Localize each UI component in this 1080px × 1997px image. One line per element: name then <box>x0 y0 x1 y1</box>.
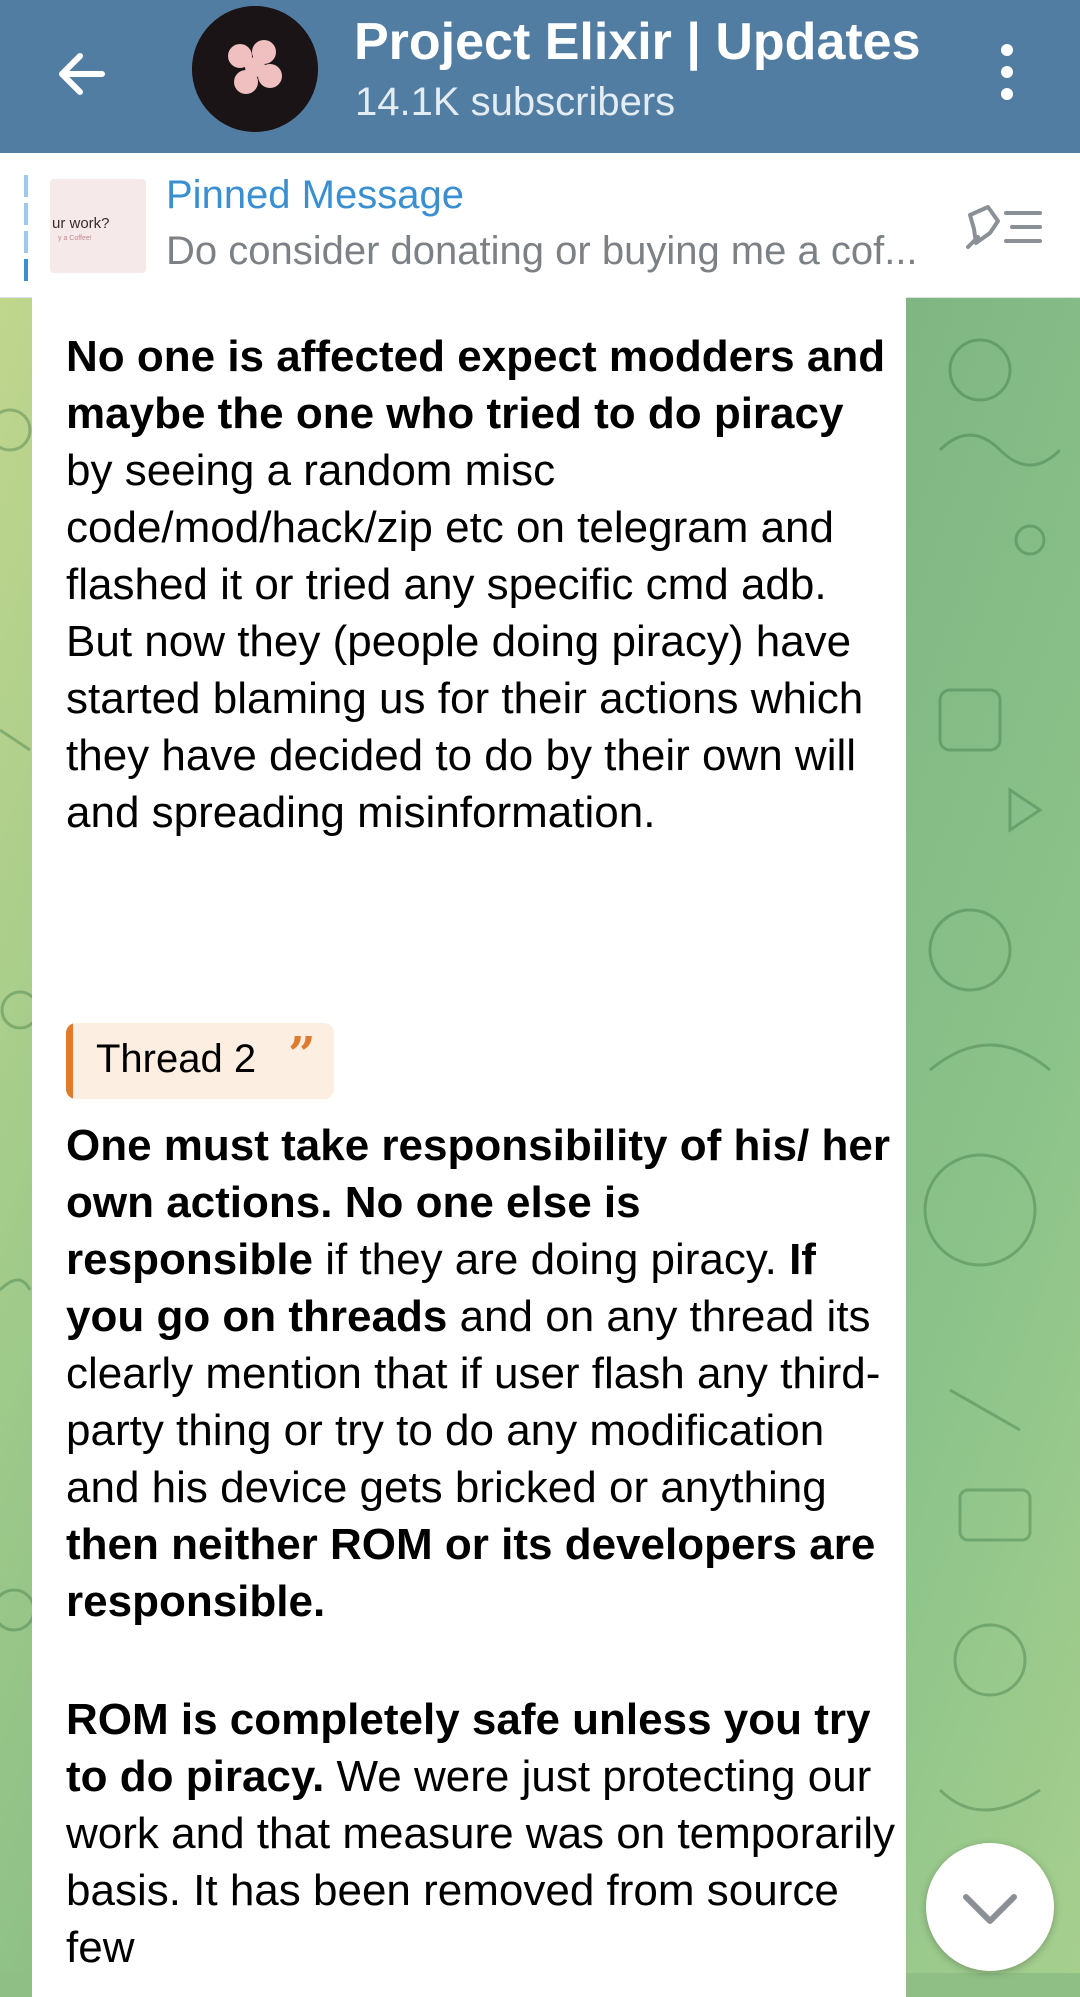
doodle-pattern-right <box>923 338 1060 1812</box>
regular-text: by seeing a random misc code/mod/hack/zi… <box>66 446 864 837</box>
pinned-title: Pinned Message <box>166 173 464 217</box>
pinned-indicator <box>24 175 28 281</box>
more-vertical-icon[interactable] <box>990 42 1024 102</box>
scroll-down-button[interactable] <box>926 1843 1054 1971</box>
message-paragraph-1: No one is affected expect modders and ma… <box>66 328 896 841</box>
quote-accent-bar <box>66 1023 73 1099</box>
quote-label: Thread 2 <box>96 1037 257 1081</box>
message-paragraph-3: ROM is completely safe unless you try to… <box>66 1691 896 1976</box>
channel-avatar[interactable] <box>192 6 318 132</box>
channel-title[interactable]: Project Elixir | Updates <box>354 12 921 72</box>
subscriber-count: 14.1K subscribers <box>355 80 676 124</box>
thumbnail-text: ur work? <box>52 215 110 232</box>
thumbnail-small-text: y a Coffee! <box>58 235 92 242</box>
doodle-pattern-left <box>0 408 34 1632</box>
arrow-left-icon[interactable] <box>52 44 112 104</box>
chevron-down-icon <box>963 1894 1017 1924</box>
quote-icon: ” <box>288 1027 316 1083</box>
pinned-list-icon[interactable] <box>964 203 1044 253</box>
elixir-logo-icon <box>192 6 318 132</box>
regular-text: if they are doing piracy. <box>312 1235 790 1284</box>
pinned-message-bar[interactable]: ur work? y a Coffee! Pinned Message Do c… <box>0 153 1080 298</box>
chat-header: Project Elixir | Updates 14.1K subscribe… <box>0 0 1080 153</box>
bold-text: then neither ROM or its developers are r… <box>66 1520 876 1626</box>
quote-block: Thread 2 ” <box>66 1023 334 1099</box>
message-paragraph-2: One must take responsibility of his/ her… <box>66 1117 896 1630</box>
pinned-preview-text: Do consider donating or buying me a cof.… <box>166 229 918 273</box>
bold-text: No one is affected expect modders and ma… <box>66 332 886 438</box>
pinned-thumbnail: ur work? y a Coffee! <box>50 179 146 273</box>
